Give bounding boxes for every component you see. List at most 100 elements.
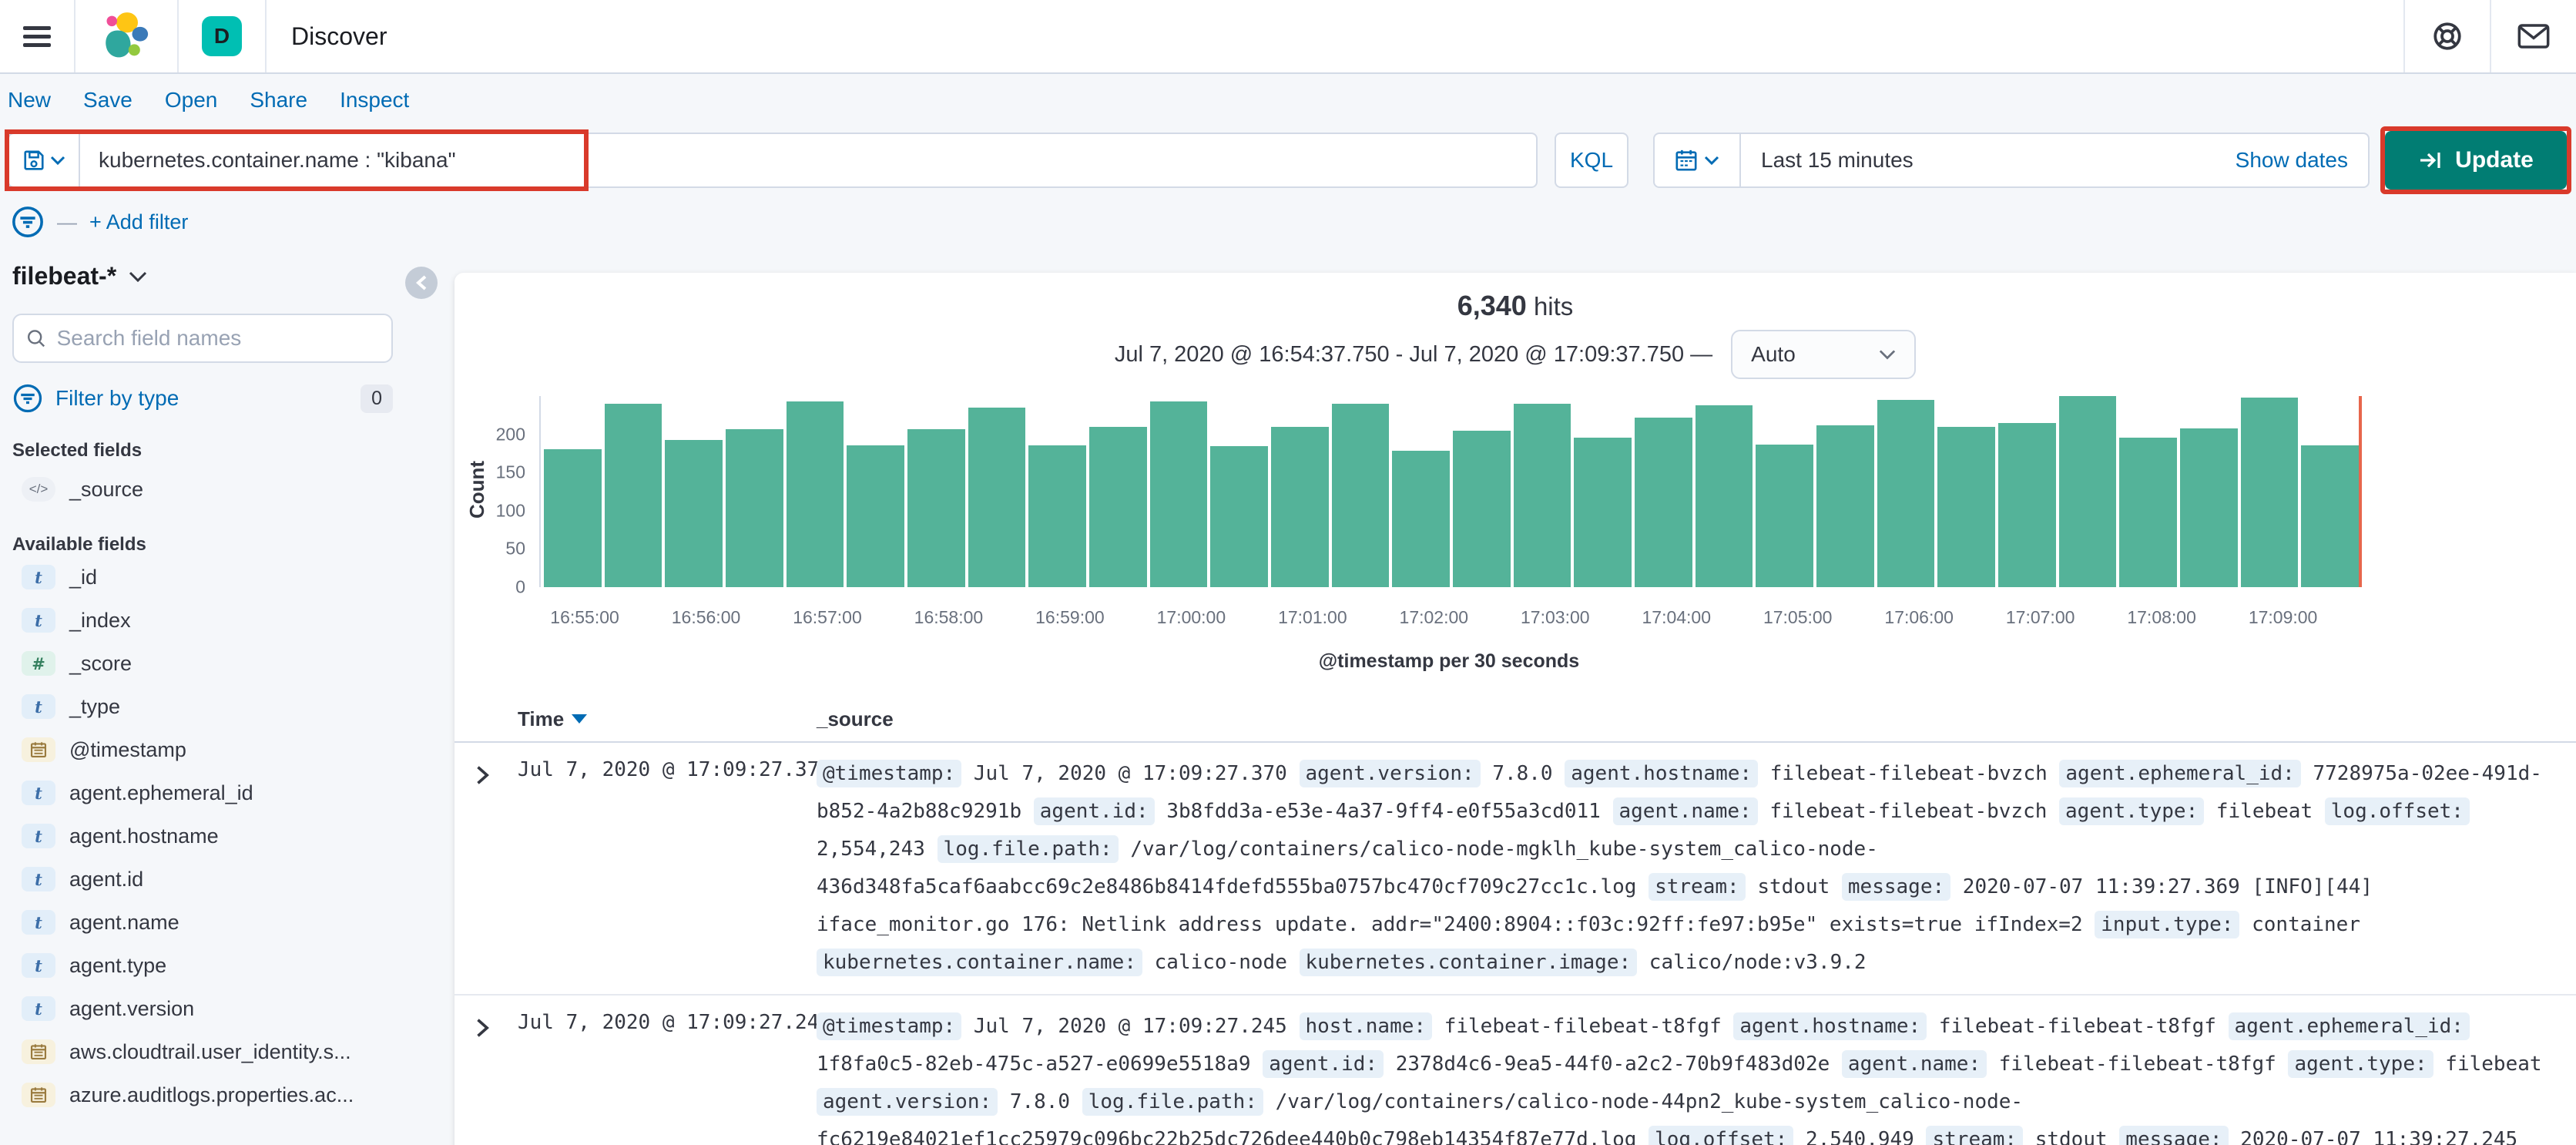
- histogram-bar[interactable]: [907, 428, 965, 587]
- show-dates-link[interactable]: Show dates: [2236, 148, 2368, 173]
- source-field-name[interactable]: agent.type:: [2288, 1050, 2433, 1078]
- histogram-bar[interactable]: [847, 445, 905, 587]
- source-field-name[interactable]: message:: [1841, 873, 1951, 901]
- source-field-name[interactable]: stream:: [1649, 873, 1746, 901]
- string-field-icon: t: [22, 996, 55, 1021]
- source-field-name[interactable]: agent.ephemeral_id:: [2059, 760, 2301, 787]
- help-button[interactable]: [2405, 0, 2490, 72]
- newsfeed-button[interactable]: [2491, 0, 2576, 72]
- field-item-_index[interactable]: t _index: [12, 599, 433, 642]
- histogram-bar[interactable]: [1998, 422, 2056, 587]
- histogram-bar[interactable]: [2240, 397, 2299, 587]
- field-item-agent.id[interactable]: t agent.id: [12, 858, 433, 901]
- histogram-bar[interactable]: [1695, 405, 1753, 587]
- toolbar-link-inspect[interactable]: Inspect: [340, 88, 409, 112]
- source-field-name[interactable]: agent.id:: [1033, 797, 1155, 825]
- source-field-name[interactable]: log.offset:: [2324, 797, 2470, 825]
- source-field-name[interactable]: kubernetes.container.image:: [1299, 949, 1638, 976]
- field-item-agent.name[interactable]: t agent.name: [12, 901, 433, 944]
- elastic-logo[interactable]: [75, 12, 177, 61]
- source-field-name[interactable]: agent.version:: [817, 1088, 998, 1116]
- toolbar-link-save[interactable]: Save: [83, 88, 132, 112]
- histogram-bar[interactable]: [665, 439, 723, 587]
- source-field-name[interactable]: host.name:: [1299, 1012, 1433, 1040]
- source-field-name[interactable]: input.type:: [2095, 911, 2240, 938]
- histogram-bar[interactable]: [2301, 445, 2360, 587]
- histogram-bar[interactable]: [786, 401, 844, 587]
- histogram-bar[interactable]: [1877, 399, 1935, 587]
- source-field-name[interactable]: @timestamp:: [817, 760, 962, 787]
- discover-app-badge[interactable]: D: [202, 16, 242, 56]
- field-item-_id[interactable]: t _id: [12, 556, 433, 599]
- histogram-bar[interactable]: [968, 407, 1026, 587]
- quick-select-button[interactable]: [1655, 134, 1741, 186]
- histogram-bar[interactable]: [1028, 445, 1087, 587]
- histogram-bar[interactable]: [2058, 396, 2117, 587]
- histogram-bar[interactable]: [1271, 426, 1329, 587]
- histogram-bar[interactable]: [1574, 437, 1632, 587]
- source-field-name[interactable]: agent.type:: [2059, 797, 2205, 825]
- time-range-value[interactable]: Last 15 minutes: [1741, 148, 1914, 173]
- histogram-bar[interactable]: [2119, 437, 2178, 587]
- histogram-bar[interactable]: [1513, 403, 1571, 587]
- source-field-name[interactable]: @timestamp:: [817, 1012, 962, 1040]
- hits-count: 6,340: [1457, 290, 1527, 321]
- field-item-aws.cloudtrail.user_identity.s...[interactable]: aws.cloudtrail.user_identity.s...: [12, 1030, 433, 1073]
- menu-button[interactable]: [0, 0, 74, 73]
- field-item-agent.type[interactable]: t agent.type: [12, 944, 433, 987]
- field-search-input[interactable]: [56, 326, 379, 351]
- query-input[interactable]: kubernetes.container.name : "kibana": [80, 148, 456, 173]
- source-field-name[interactable]: agent.name:: [1841, 1050, 1987, 1078]
- field-item-_type[interactable]: t _type: [12, 685, 433, 728]
- add-filter-link[interactable]: + Add filter: [89, 210, 188, 234]
- toolbar-link-new[interactable]: New: [8, 88, 51, 112]
- collapse-sidebar-button[interactable]: [405, 267, 438, 299]
- kql-button[interactable]: KQL: [1555, 133, 1628, 188]
- field-item-@timestamp[interactable]: @timestamp: [12, 728, 433, 771]
- source-field-name[interactable]: agent.version:: [1299, 760, 1481, 787]
- source-field-name[interactable]: log.file.path:: [1082, 1088, 1263, 1116]
- field-item-_score[interactable]: # _score: [12, 642, 433, 685]
- expand-row-button[interactable]: [454, 755, 498, 982]
- expand-row-button[interactable]: [454, 1008, 498, 1145]
- source-field-name[interactable]: agent.ephemeral_id:: [2228, 1012, 2470, 1040]
- time-column-header[interactable]: Time: [518, 707, 817, 731]
- histogram-bar[interactable]: [1392, 451, 1451, 587]
- histogram-bar[interactable]: [604, 403, 662, 587]
- field-item-_source[interactable]: </> _source: [12, 471, 433, 508]
- update-button[interactable]: Update: [2385, 131, 2567, 190]
- histogram-bar[interactable]: [544, 449, 602, 587]
- source-field-name[interactable]: agent.hostname:: [1733, 1012, 1927, 1040]
- source-field-name[interactable]: kubernetes.container.name:: [817, 949, 1142, 976]
- histogram-bar[interactable]: [1635, 417, 1692, 587]
- source-field-name[interactable]: agent.name:: [1612, 797, 1758, 825]
- filter-icon[interactable]: [11, 205, 45, 239]
- histogram-bar[interactable]: [1816, 425, 1874, 587]
- index-pattern-select[interactable]: filebeat-*: [12, 262, 433, 290]
- source-field-name[interactable]: log.file.path:: [937, 835, 1119, 863]
- source-field-name[interactable]: message:: [2119, 1126, 2229, 1145]
- field-item-agent.ephemeral_id[interactable]: t agent.ephemeral_id: [12, 771, 433, 814]
- field-item-agent.hostname[interactable]: t agent.hostname: [12, 814, 433, 858]
- source-field-name[interactable]: agent.id:: [1263, 1050, 1384, 1078]
- toolbar-link-share[interactable]: Share: [250, 88, 307, 112]
- histogram-bar[interactable]: [1937, 426, 1996, 587]
- interval-select[interactable]: Auto: [1731, 330, 1917, 379]
- histogram-bar[interactable]: [1453, 430, 1511, 587]
- source-field-name[interactable]: log.offset:: [1649, 1126, 1794, 1145]
- histogram-bar[interactable]: [1756, 444, 1814, 587]
- histogram-bar[interactable]: [1210, 446, 1269, 587]
- histogram-bar[interactable]: [726, 428, 783, 587]
- saved-query-button[interactable]: [9, 134, 80, 186]
- histogram-bar[interactable]: [1089, 426, 1147, 587]
- histogram-bar[interactable]: [2180, 428, 2238, 587]
- filter-by-type-button[interactable]: Filter by type: [55, 386, 179, 411]
- source-field-name[interactable]: stream:: [1926, 1126, 2024, 1145]
- source-field-value: 3b8fdd3a-e53e-4a37-9ff4-e0f55a3cd011: [1166, 800, 1601, 823]
- field-item-azure.auditlogs.properties.ac...[interactable]: azure.auditlogs.properties.ac...: [12, 1073, 433, 1116]
- toolbar-link-open[interactable]: Open: [165, 88, 218, 112]
- field-item-agent.version[interactable]: t agent.version: [12, 987, 433, 1030]
- histogram-bar[interactable]: [1331, 403, 1390, 587]
- source-field-name[interactable]: agent.hostname:: [1565, 760, 1759, 787]
- histogram-bar[interactable]: [1149, 401, 1208, 587]
